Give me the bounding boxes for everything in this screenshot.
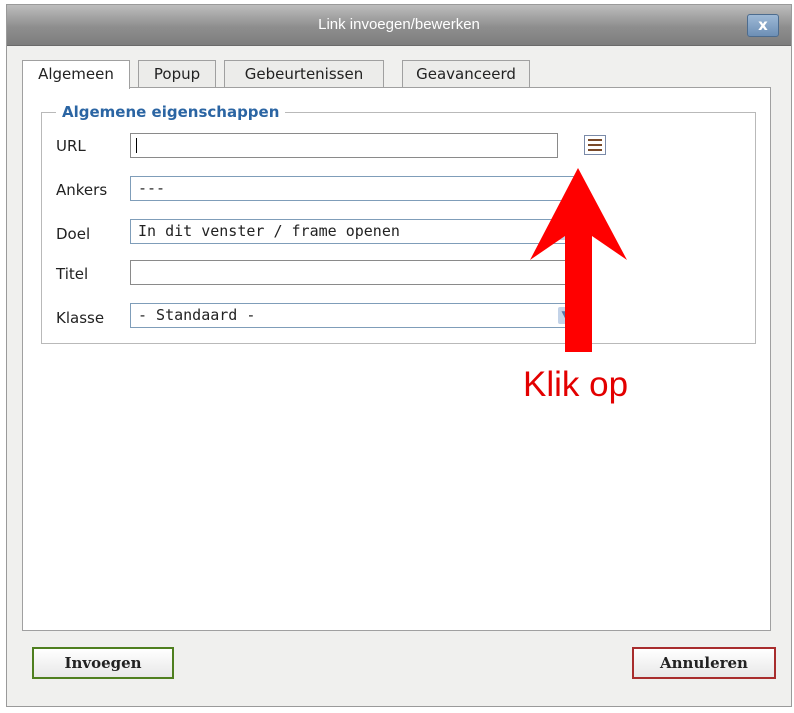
up-arrow-icon [530, 168, 627, 352]
cancel-button[interactable]: Annuleren [632, 647, 776, 679]
insert-button[interactable]: Invoegen [32, 647, 174, 679]
tab-algemeen[interactable]: Algemeen [22, 60, 130, 89]
red-arrow-annotation [530, 168, 627, 352]
annotation-text: Klik op [523, 365, 629, 404]
